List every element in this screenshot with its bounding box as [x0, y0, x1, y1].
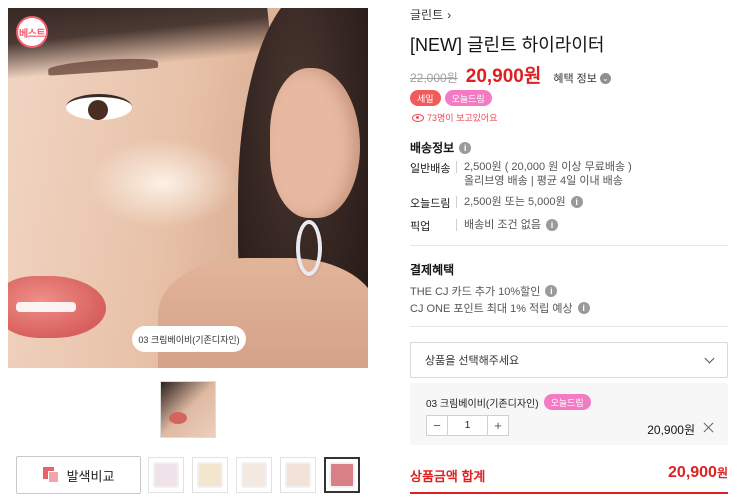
payment-benefit: THE CJ 카드 추가 10%할인 i — [410, 283, 558, 299]
shipping-row-standard: 일반배송 2,500원 ( 20,000 원 이상 무료배송 ) 올리브영 배송… — [410, 160, 632, 188]
shipping-row-pickup: 픽업 배송비 조건 없음 i — [410, 218, 558, 234]
option-price: 20,900원 — [647, 423, 695, 437]
quantity-minus-button[interactable]: − — [427, 416, 448, 435]
shipping-label: 픽업 — [410, 221, 431, 233]
benefit-info-button[interactable]: 혜택 정보 ⌄ — [553, 70, 611, 86]
info-icon[interactable]: i — [545, 285, 558, 297]
shipping-label: 오늘드림 — [410, 198, 451, 210]
shipping-title: 배송정보 i — [410, 139, 472, 156]
info-icon[interactable]: i — [577, 302, 590, 314]
brand-name: 글린트 — [410, 8, 444, 22]
payment-benefit-text: CJ ONE 포인트 최대 1% 적립 예상 — [410, 303, 573, 315]
image-thumbnail[interactable] — [160, 381, 216, 438]
viewer-count-text: 73명이 보고있어요 — [427, 113, 498, 123]
shade-swatch-list — [148, 457, 360, 493]
total-label: 상품금액 합계 — [410, 469, 486, 484]
compact-icon — [285, 462, 311, 488]
divider — [410, 245, 728, 246]
info-icon[interactable]: i — [570, 196, 583, 208]
eye-icon — [412, 113, 424, 122]
shade-swatch-selected[interactable] — [324, 457, 360, 493]
product-main-image[interactable]: 베스트 03 크림베이비(기존디자인) — [8, 8, 368, 368]
color-compare-button[interactable]: 발색비교 — [16, 456, 141, 494]
price-row: 22,000원 20,900원 혜택 정보 ⌄ — [410, 61, 611, 88]
viewer-count: 73명이 보고있어요 — [412, 111, 497, 124]
payment-benefit-text: THE CJ 카드 추가 10%할인 — [410, 286, 541, 298]
product-title: [NEW] 글린트 하이라이터 — [410, 35, 605, 55]
today-delivery-flag: 오늘드림 — [543, 394, 591, 410]
best-badge: 베스트 — [16, 16, 48, 48]
quantity-stepper: − + — [426, 415, 509, 436]
option-select-placeholder: 상품을 선택해주세요 — [425, 355, 520, 367]
payment-title-text: 결제혜택 — [410, 263, 455, 277]
shade-swatch[interactable] — [280, 457, 316, 493]
shipping-value: 올리브영 배송 | 평균 4일 이내 배송 — [464, 175, 623, 187]
total-amount-value: 20,900 — [668, 464, 717, 481]
color-compare-label: 발색비교 — [66, 468, 115, 484]
benefit-info-label: 혜택 정보 — [553, 73, 597, 85]
compact-icon — [329, 462, 355, 488]
shade-swatch[interactable] — [192, 457, 228, 493]
selected-option-name: 03 크림베이비(기존디자인) — [426, 398, 539, 410]
total-amount: 20,900 원 — [668, 464, 728, 482]
shade-caption: 03 크림베이비(기존디자인) — [132, 326, 246, 352]
shipping-value: 2,500원 또는 5,000원 — [464, 196, 566, 208]
compact-icon — [241, 462, 267, 488]
payment-title: 결제혜택 — [410, 261, 454, 278]
total-underline — [410, 492, 728, 494]
shipping-title-text: 배송정보 — [410, 141, 455, 155]
original-price: 22,000원 — [410, 71, 458, 85]
selected-option: 03 크림베이비(기존디자인) 오늘드림 − + 20,900원 — [410, 383, 728, 445]
close-icon[interactable] — [703, 422, 714, 433]
chevron-right-icon: › — [447, 7, 452, 22]
shipping-value: 2,500원 ( 20,000 원 이상 무료배송 ) — [464, 161, 632, 173]
quantity-plus-button[interactable]: + — [487, 416, 508, 435]
shade-swatch[interactable] — [148, 457, 184, 493]
total-amount-unit: 원 — [716, 466, 728, 480]
compact-icon — [197, 462, 223, 488]
product-flags: 세일 오늘드림 — [410, 90, 492, 106]
sale-flag: 세일 — [410, 90, 441, 106]
info-icon[interactable]: i — [545, 219, 558, 231]
today-delivery-flag: 오늘드림 — [444, 90, 492, 106]
compare-icon — [42, 467, 59, 483]
shipping-label: 일반배송 — [410, 163, 451, 175]
shipping-value: 배송비 조건 없음 — [464, 219, 541, 231]
divider — [410, 326, 728, 327]
chevron-down-icon — [704, 353, 715, 363]
shade-swatch[interactable] — [236, 457, 272, 493]
brand-link[interactable]: 글린트 › — [410, 6, 451, 23]
option-select[interactable]: 상품을 선택해주세요 — [410, 342, 728, 378]
sale-price: 20,900원 — [465, 66, 542, 87]
shipping-row-today: 오늘드림 2,500원 또는 5,000원 i — [410, 195, 583, 211]
info-icon[interactable]: i — [459, 141, 472, 154]
payment-benefit: CJ ONE 포인트 최대 1% 적립 예상 i — [410, 300, 590, 316]
compact-icon — [153, 462, 179, 488]
chevron-down-icon: ⌄ — [599, 72, 611, 84]
quantity-input[interactable] — [448, 416, 487, 435]
earring — [296, 220, 322, 276]
